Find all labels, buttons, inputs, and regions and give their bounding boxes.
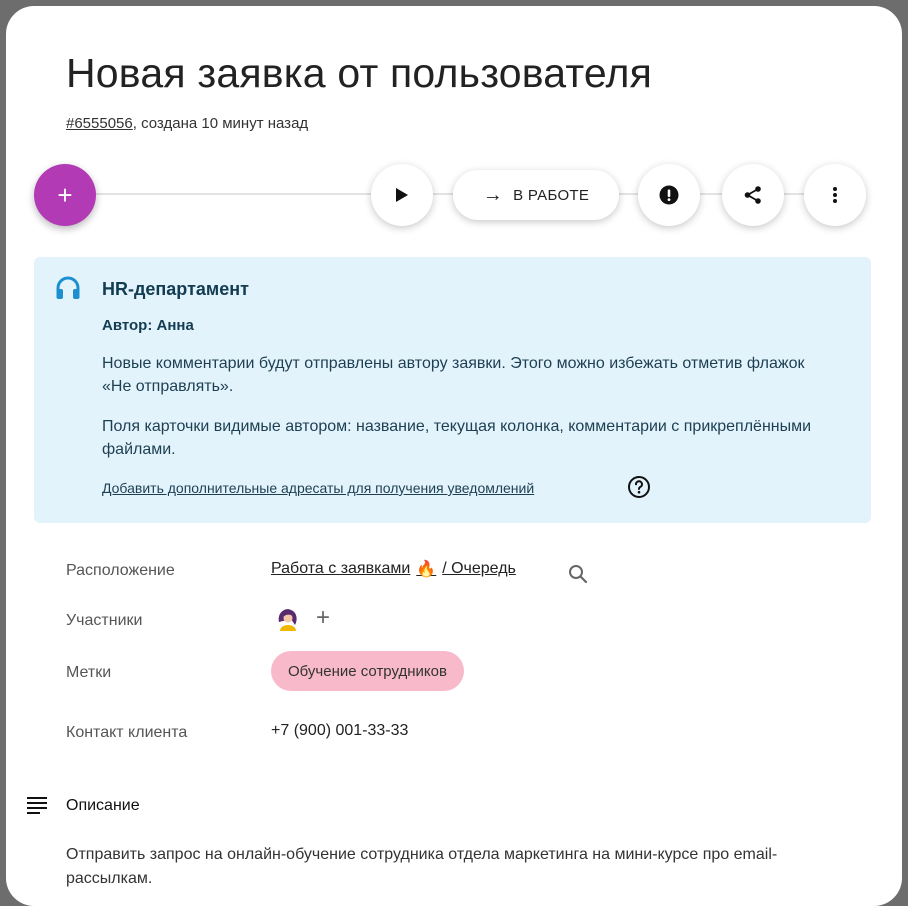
tags-label: Метки (66, 664, 112, 681)
more-vertical-icon (833, 187, 837, 203)
ticket-meta: #6555056, создана 10 минут назад (66, 115, 308, 132)
column-name: / Очередь (442, 560, 516, 577)
member-avatar[interactable] (274, 606, 302, 634)
page-title: Новая заявка от пользователя (66, 50, 653, 96)
tag-badge[interactable]: Обучение сотрудников (271, 651, 464, 691)
priority-button[interactable] (638, 164, 700, 226)
department-name: HR-департамент (102, 279, 249, 299)
play-icon (396, 188, 408, 202)
requester-info-panel: HR-департамент Автор: Анна Новые коммент… (34, 257, 871, 523)
headset-icon (56, 276, 80, 299)
ticket-id-link[interactable]: #6555056 (66, 115, 133, 132)
contact-label: Контакт клиента (66, 724, 188, 741)
location-link[interactable]: Работа с заявками 🔥 / Очередь (271, 559, 516, 579)
contact-value: +7 (900) 001-33-33 (271, 722, 409, 739)
play-button[interactable] (371, 164, 433, 226)
description-title: Описание (66, 797, 140, 814)
members-label: Участники (66, 612, 143, 629)
status-label: В РАБОТЕ (513, 186, 590, 204)
description-icon (27, 797, 47, 814)
status-button[interactable]: → В РАБОТЕ (453, 170, 619, 220)
location-label: Расположение (66, 562, 175, 579)
description-text: Отправить запрос на онлайн-обучение сотр… (66, 846, 778, 887)
add-button[interactable]: + (34, 164, 96, 226)
notification-note: Новые комментарии будут отправлены автор… (102, 355, 805, 395)
add-recipients-link[interactable]: Добавить дополнительные адресаты для пол… (102, 480, 534, 496)
author-name: Автор: Анна (102, 317, 194, 334)
share-button[interactable] (722, 164, 784, 226)
flame-icon: 🔥 (416, 561, 437, 578)
add-member-button[interactable]: + (316, 604, 330, 632)
arrow-right-icon: → (482, 184, 504, 206)
more-button[interactable] (804, 164, 866, 226)
created-time: , создана 10 минут назад (132, 115, 309, 132)
alert-icon (659, 185, 679, 205)
help-icon[interactable] (627, 475, 651, 499)
visible-fields-note: Поля карточки видимые автором: название,… (102, 418, 812, 458)
board-name: Работа с заявками (271, 560, 411, 577)
share-icon (744, 186, 761, 204)
search-icon[interactable] (567, 563, 589, 585)
ticket-card: Новая заявка от пользователя #6555056, с… (6, 6, 902, 906)
